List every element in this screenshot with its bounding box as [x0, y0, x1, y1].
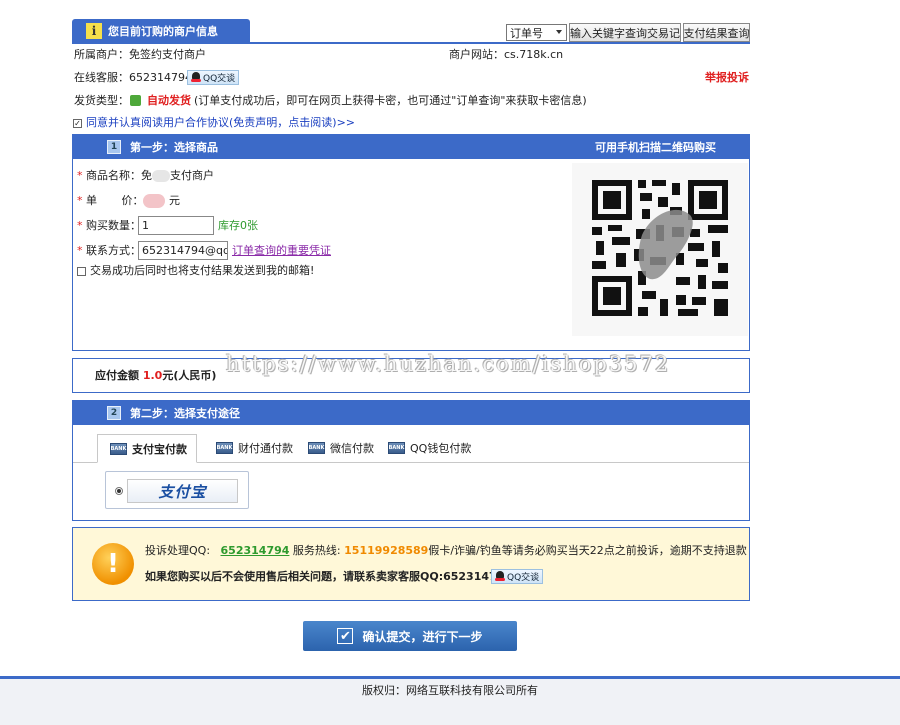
info-icon: i: [86, 23, 102, 39]
alipay-logo: 支付宝: [127, 479, 238, 503]
copyright: 版权归：网络互联科技有限公司所有: [362, 684, 538, 697]
bank-card-icon: BANK: [216, 442, 233, 454]
qq-chat-label: QQ交谈: [203, 74, 236, 84]
bank-card-icon: BANK: [110, 442, 127, 455]
tab-wechat[interactable]: BANK 微信付款: [308, 434, 374, 462]
payment-result-button[interactable]: 支付结果查询: [683, 23, 750, 42]
alipay-radio[interactable]: [115, 487, 123, 495]
merchant-name: 所属商户：免签约支付商户: [74, 48, 206, 61]
hotline-tail: 假卡/诈骗/钓鱼等请务必购买当天22点之前投诉，逾期不支持退款: [428, 544, 747, 557]
ship-type-desc: (订单支付成功后，即可在网页上获得卡密，也可通过"订单查询"来获取卡密信息): [194, 94, 587, 107]
tab-qqwallet-label: QQ钱包付款: [410, 442, 472, 455]
complaint-qq[interactable]: 652314794: [221, 544, 290, 557]
qr-code: [572, 163, 748, 336]
email-result-checkbox[interactable]: [77, 267, 86, 276]
quantity-input[interactable]: 1: [138, 216, 214, 235]
step1-title: 第一步：选择商品: [130, 141, 218, 154]
checkmark-icon: ✔: [337, 628, 354, 644]
footer: 版权归：网络互联科技有限公司所有: [0, 679, 900, 725]
merchant-info-tab: i 您目前订购的商户信息: [72, 19, 250, 43]
step-two-icon: 2: [107, 406, 121, 420]
submit-button[interactable]: ✔ 确认提交，进行下一步: [303, 621, 517, 651]
email-result-label: 交易成功后同时也将支付结果发送到我的邮箱!: [90, 264, 315, 277]
qty-label-row: * 购买数量：: [77, 219, 141, 232]
step2-header: 2 第二步：选择支付途径: [73, 401, 749, 425]
after-sale-text: 如果您购买以后不会使用售后相关问题，请联系卖家客服QQ:652314794: [145, 570, 512, 583]
tab-alipay-label: 支付宝付款: [132, 442, 187, 456]
tab-tenpay[interactable]: BANK 财付通付款: [216, 434, 293, 462]
tab-tenpay-label: 财付通付款: [238, 442, 293, 455]
warning-icon: !: [92, 543, 134, 585]
price-row: * 单 价： 元: [77, 194, 180, 208]
qq-penguin-icon: [495, 571, 505, 582]
qr-code-graphic: [572, 163, 748, 336]
merchant-info-title: 您目前订购的商户信息: [108, 25, 218, 38]
submit-label: 确认提交，进行下一步: [362, 629, 483, 644]
tab-wechat-label: 微信付款: [330, 442, 374, 455]
merchant-site: 商户网站：cs.718k.cn: [449, 48, 564, 61]
watermark: https://www.huzhan.com/ishop3572: [226, 352, 671, 376]
complaint-label: 投诉处理QQ:: [145, 544, 211, 557]
notice-qq-chat-button[interactable]: QQ交谈: [491, 569, 544, 584]
blurred-text: [152, 170, 170, 182]
chevron-down-icon: [556, 30, 562, 34]
header-divider: [72, 42, 750, 44]
qty-label: 购买数量：: [86, 219, 141, 232]
amount-row: 应付金额 1.0元(人民币): [95, 369, 216, 383]
report-link[interactable]: 举报投诉: [705, 71, 749, 85]
step2-title: 第二步：选择支付途径: [130, 407, 240, 420]
product-name-value-end: 支付商户: [170, 169, 214, 182]
order-type-select[interactable]: 订单号: [506, 24, 567, 41]
bank-card-icon: BANK: [308, 442, 325, 454]
amount-label: 应付金额: [95, 369, 139, 382]
blurred-price: [143, 194, 166, 208]
ship-type-label: 发货类型：: [74, 94, 129, 107]
product-name-label: 商品名称：: [86, 169, 141, 182]
stock-count: 库存0张: [218, 219, 258, 232]
price-label-b: 价：: [121, 194, 144, 207]
qq-penguin-icon: [191, 72, 201, 83]
price-unit: 元: [168, 194, 180, 207]
product-name-value-start: 免: [141, 169, 152, 182]
tab-alipay[interactable]: BANK 支付宝付款: [97, 434, 197, 463]
delivery-icon: [130, 95, 141, 106]
contact-label-row: * 联系方式：: [77, 244, 141, 257]
ship-type-value: 自动发货: [147, 94, 191, 107]
hotline-number: 15119928589: [344, 544, 429, 557]
online-service: 在线客服：652314794: [74, 71, 192, 84]
notice-qq-chat-label: QQ交谈: [507, 573, 540, 583]
bank-card-icon: BANK: [388, 442, 405, 454]
product-name-row: * 商品名称：免 支付商户: [77, 169, 214, 182]
tab-qqwallet[interactable]: BANK QQ钱包付款: [388, 434, 471, 462]
qr-hint: 可用手机扫描二维码购买: [595, 141, 716, 154]
agree-checkbox[interactable]: ✓: [73, 119, 82, 128]
amount-value: 1.0: [142, 369, 163, 382]
hotline-label: 服务热线:: [292, 544, 341, 557]
agreement-link[interactable]: 同意并认真阅读用户合作协议(免责声明，点击阅读)>>: [86, 116, 355, 130]
order-type-value: 订单号: [510, 26, 543, 40]
amount-unit: 元(人民币): [162, 369, 217, 382]
contact-important-link[interactable]: 订单查询的重要凭证: [232, 244, 331, 258]
step1-header: 1 第一步：选择商品 可用手机扫描二维码购买: [73, 135, 749, 159]
price-label-a: 单: [86, 194, 97, 207]
step-one-icon: 1: [107, 140, 121, 154]
complaint-row: 投诉处理QQ: 652314794 服务热线: 15119928589假卡/诈骗…: [145, 544, 747, 558]
qq-chat-button[interactable]: QQ交谈: [187, 70, 240, 85]
contact-label: 联系方式：: [86, 244, 141, 257]
search-records-button[interactable]: 输入关键字查询交易记: [569, 23, 681, 42]
notice-box: [72, 527, 750, 601]
contact-input[interactable]: 652314794@qq.: [138, 241, 228, 260]
